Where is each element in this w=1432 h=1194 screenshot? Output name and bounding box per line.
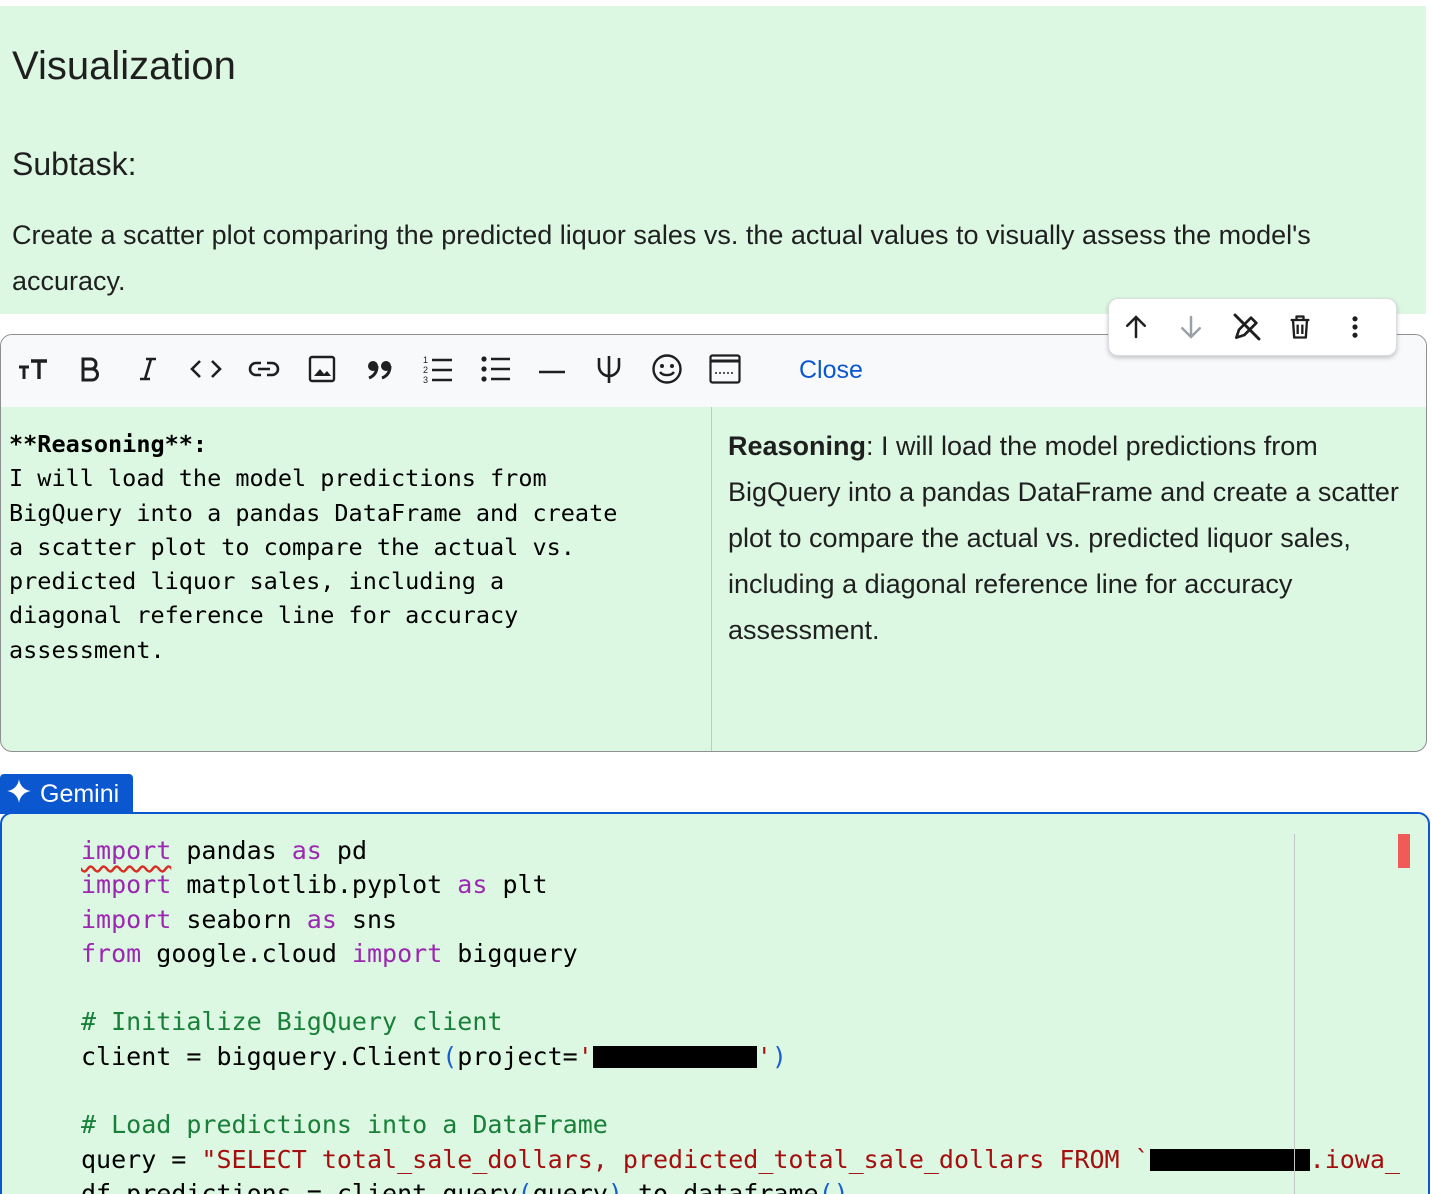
preview-bold-label: Reasoning — [728, 431, 867, 461]
code-text: pandas — [171, 836, 292, 865]
code-string: ' — [756, 1041, 772, 1071]
code-keyword: as — [306, 904, 337, 934]
sparkle-icon — [6, 778, 32, 811]
emoji-button[interactable] — [651, 353, 683, 390]
trash-icon — [1286, 312, 1314, 342]
source-heading-line: **Reasoning**: — [9, 430, 208, 458]
bulleted-list-icon — [480, 355, 512, 388]
italic-button[interactable] — [132, 355, 164, 387]
code-text: client = bigquery.Client — [81, 1041, 443, 1071]
line-length-ruler — [1294, 834, 1295, 1194]
source-line: I will load the model predictions from — [9, 464, 547, 493]
code-text: query — [532, 1178, 608, 1194]
subtask-description: Create a scatter plot comparing the pred… — [12, 220, 1311, 296]
arrow-down-icon — [1176, 312, 1206, 342]
close-editor-link[interactable]: Close — [799, 355, 863, 385]
svg-text:3: 3 — [423, 375, 428, 384]
bold-icon — [79, 356, 101, 387]
code-keyword: import — [351, 938, 443, 968]
bulleted-list-button[interactable] — [480, 355, 512, 387]
code-comment: # Load predictions into a DataFrame — [81, 1110, 608, 1140]
code-text: google.cloud — [141, 938, 352, 968]
code-paren: ( — [517, 1178, 533, 1194]
image-icon — [308, 355, 336, 388]
code-comment: # Initialize BigQuery client — [81, 1007, 503, 1037]
markdown-edit-cell: 123 Close **Reasoning**: I will load the… — [0, 334, 1427, 752]
code-text: plt — [487, 870, 548, 900]
code-string: .iowa_ — [1309, 1144, 1400, 1174]
code-keyword: as — [291, 836, 322, 865]
source-line: assessment. — [9, 635, 165, 664]
redaction-bar — [592, 1045, 757, 1068]
move-cell-up-button[interactable] — [1121, 307, 1176, 347]
code-cell[interactable]: import pandas as pd import matplotlib.py… — [0, 812, 1430, 1194]
code-text: seaborn — [171, 904, 307, 934]
redaction-bar — [1149, 1148, 1310, 1171]
gemini-tab[interactable]: Gemini — [0, 774, 133, 814]
source-line: predicted liquor sales, including a — [9, 567, 505, 596]
code-editor[interactable]: import pandas as pd import matplotlib.py… — [81, 834, 1400, 1194]
bold-button[interactable] — [74, 355, 106, 387]
code-paren: ) — [607, 1178, 623, 1194]
scrollbar-error-marker — [1398, 834, 1410, 868]
link-icon — [248, 359, 280, 384]
code-string: "SELECT total_sale_dollars, predicted_to… — [201, 1144, 1150, 1174]
numbered-list-icon: 123 — [422, 354, 454, 389]
svg-text:1: 1 — [423, 355, 428, 365]
code-text: matplotlib.pyplot — [171, 870, 458, 900]
code-text: sns — [336, 904, 398, 934]
source-line: diagonal reference line for accuracy — [9, 601, 519, 630]
code-keyword: import — [81, 870, 172, 900]
svg-text:2: 2 — [423, 365, 428, 375]
cell-toolbar — [1108, 298, 1397, 356]
markdown-source-editor[interactable]: **Reasoning**: I will load the model pre… — [1, 407, 712, 751]
code-text: query = — [81, 1144, 202, 1174]
horizontal-rule-button[interactable] — [536, 355, 568, 387]
italic-icon — [136, 356, 160, 387]
preview-text: : I will load the model predictions from… — [728, 431, 1399, 645]
gemini-tab-label: Gemini — [40, 779, 120, 808]
quote-icon — [366, 358, 394, 385]
code-icon — [190, 357, 222, 386]
markdown-preview: Reasoning: I will load the model predict… — [728, 423, 1408, 653]
link-button[interactable] — [248, 355, 280, 387]
edit-off-icon — [1231, 311, 1263, 343]
numbered-list-button[interactable]: 123 — [422, 355, 454, 387]
image-button[interactable] — [306, 355, 338, 387]
code-keyword: import — [81, 904, 172, 934]
move-cell-down-button[interactable] — [1176, 307, 1231, 347]
source-line: BigQuery into a pandas DataFrame and cre… — [9, 498, 618, 527]
latex-icon — [595, 354, 623, 389]
emoji-icon — [651, 353, 683, 390]
latex-button[interactable] — [593, 355, 625, 387]
more-actions-button[interactable] — [1341, 307, 1396, 347]
code-text: project= — [457, 1041, 578, 1071]
horizontal-rule-icon — [537, 362, 567, 380]
delete-cell-button[interactable] — [1286, 307, 1341, 347]
preview-toggle-icon — [709, 353, 741, 389]
code-string: ' — [577, 1041, 593, 1071]
quote-button[interactable] — [364, 355, 396, 387]
close-editor-button[interactable] — [1231, 307, 1286, 347]
code-text: .to_dataframe — [622, 1178, 819, 1194]
arrow-up-icon — [1121, 312, 1151, 342]
code-paren: ) — [771, 1041, 787, 1071]
markdown-cell-visualization[interactable]: Visualization Subtask: Create a scatter … — [0, 6, 1426, 314]
code-keyword: as — [457, 870, 488, 900]
code-text: bigquery — [442, 938, 578, 968]
code-text: pd — [321, 836, 367, 865]
more-vert-icon — [1341, 312, 1369, 342]
preview-toggle-button[interactable] — [709, 353, 741, 389]
subtask-heading: Subtask: — [12, 146, 137, 182]
text-size-icon — [17, 355, 49, 388]
text-size-button[interactable] — [17, 355, 49, 387]
code-keyword: from — [81, 938, 142, 968]
code-keyword: import — [81, 836, 172, 865]
source-line: a scatter plot to compare the actual vs. — [9, 532, 575, 561]
code-button[interactable] — [190, 355, 222, 387]
code-paren: () — [818, 1178, 849, 1194]
code-text: df_predictions = client.query — [81, 1178, 518, 1194]
code-paren: ( — [442, 1041, 458, 1071]
section-heading: Visualization — [12, 44, 236, 88]
